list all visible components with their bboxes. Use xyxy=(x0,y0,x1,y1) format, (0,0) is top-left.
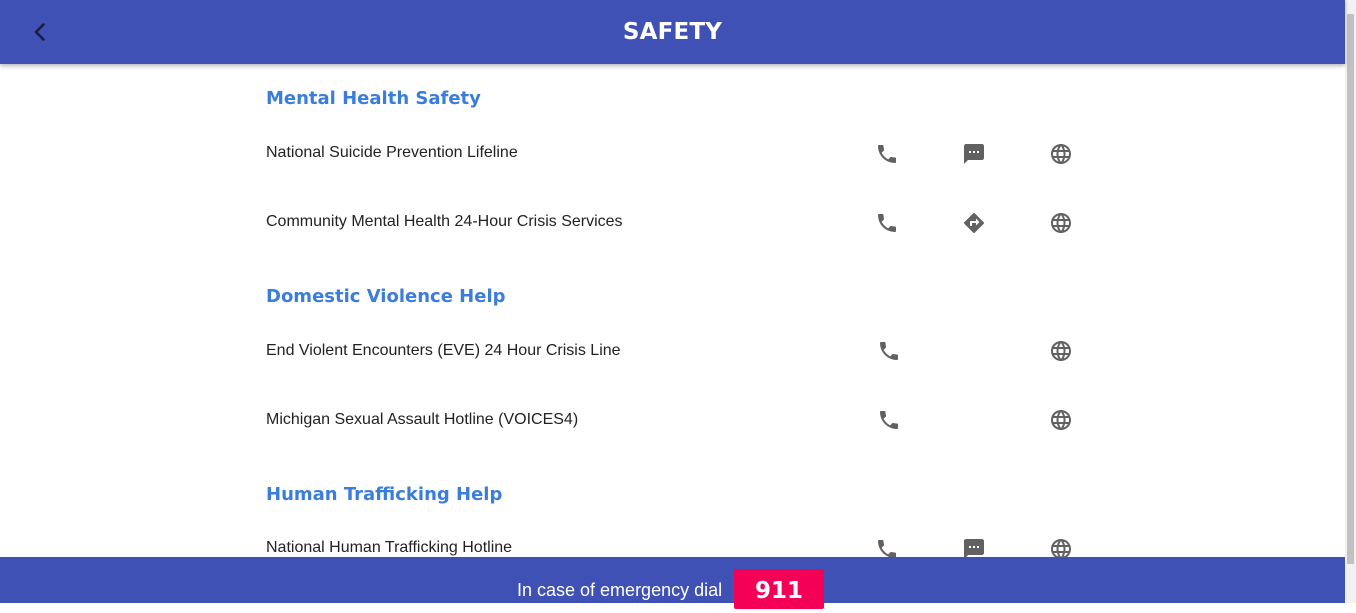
scrollbar-thumb[interactable] xyxy=(1347,14,1354,564)
directions-icon xyxy=(962,211,986,235)
list-item-label: Community Mental Health 24-Hour Crisis S… xyxy=(266,213,623,230)
emergency-bar: In case of emergency dial 911 xyxy=(0,557,1345,609)
phone-button[interactable] xyxy=(874,405,904,435)
phone-button[interactable] xyxy=(874,336,904,366)
phone-icon xyxy=(877,408,901,432)
directions-button[interactable] xyxy=(959,208,989,238)
website-button[interactable] xyxy=(1046,139,1076,169)
globe-icon xyxy=(1049,537,1073,557)
phone-button[interactable] xyxy=(872,139,902,169)
phone-icon xyxy=(875,537,899,557)
section-title-human-trafficking: Human Trafficking Help xyxy=(266,484,503,505)
section-title-domestic-violence: Domestic Violence Help xyxy=(266,286,506,307)
website-button[interactable] xyxy=(1046,208,1076,238)
page-title: SAFETY xyxy=(622,19,723,45)
resource-list: Mental Health Safety National Suicide Pr… xyxy=(0,64,1345,557)
globe-icon xyxy=(1049,339,1073,363)
sms-icon xyxy=(962,142,986,166)
website-button[interactable] xyxy=(1046,336,1076,366)
globe-icon xyxy=(1049,408,1073,432)
globe-icon xyxy=(1049,142,1073,166)
phone-button[interactable] xyxy=(872,208,902,238)
phone-icon xyxy=(877,339,901,363)
phone-icon xyxy=(875,142,899,166)
sms-button[interactable] xyxy=(959,534,989,557)
scrollbar[interactable] xyxy=(1345,0,1356,603)
list-item-label: End Violent Encounters (EVE) 24 Hour Cri… xyxy=(266,342,621,359)
phone-icon xyxy=(875,211,899,235)
list-item-label: Michigan Sexual Assault Hotline (VOICES4… xyxy=(266,411,579,428)
sms-button[interactable] xyxy=(959,139,989,169)
list-item-label: National Suicide Prevention Lifeline xyxy=(266,144,518,161)
list-item-label: National Human Trafficking Hotline xyxy=(266,539,513,556)
website-button[interactable] xyxy=(1046,405,1076,435)
website-button[interactable] xyxy=(1046,534,1076,557)
globe-icon xyxy=(1049,211,1073,235)
emergency-text: In case of emergency dial xyxy=(517,580,723,600)
section-title-mental-health: Mental Health Safety xyxy=(266,88,481,109)
emergency-number-button[interactable]: 911 xyxy=(734,569,824,609)
phone-button[interactable] xyxy=(872,534,902,557)
sms-icon xyxy=(962,537,986,557)
app-bar: SAFETY xyxy=(0,0,1345,64)
